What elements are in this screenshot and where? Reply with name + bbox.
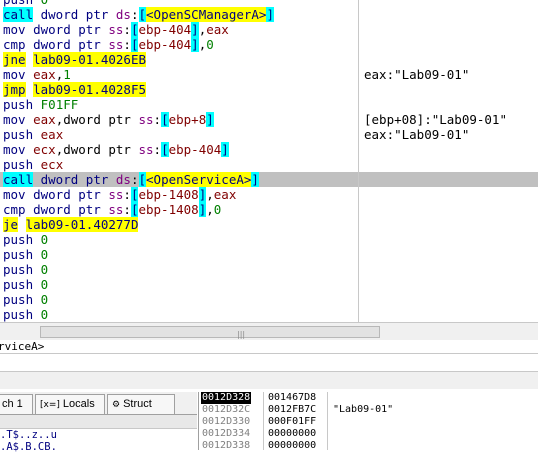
info-hscrollbar[interactable] [0,371,538,389]
dump-row: .A$.B.CB. [0,441,57,453]
stack-row[interactable]: 0012D334 00000000 [199,428,538,440]
instruction-text: push 0 [3,0,48,7]
disassembly-hscrollbar[interactable]: ||| [0,322,538,340]
disasm-row[interactable]: mov eax,dword ptr ss:[ebp+8] [ebp+08]:"La… [0,112,538,127]
stack-row[interactable]: 0012D32C 0012FB7C "Lab09-01" [199,404,538,416]
disasm-row[interactable]: mov dword ptr ss:[ebp-404],eax [0,22,538,37]
locals-icon: [x=] [40,400,60,410]
disasm-row[interactable]: je lab09-01.40277D [0,217,538,232]
disasm-row[interactable]: mov ecx,dword ptr ss:[ebp-404] [0,142,538,157]
tab-watch-label: ch 1 [2,398,23,410]
stack-pane[interactable]: 0012D328 001467D8 0012D32C 0012FB7C "Lab09-0… [198,392,538,452]
dump-pane[interactable]: .T$..z..u .A$.B.CB. [0,415,197,453]
tab-locals[interactable]: [x=] Locals [35,394,105,414]
disasm-row[interactable]: jmp lab09-01.4028F5 [0,82,538,97]
stack-row[interactable]: 0012D328 001467D8 [199,392,538,404]
hscrollbar-thumb[interactable]: ||| [40,326,380,339]
stack-value: 00000000 [268,428,317,439]
disasm-row[interactable]: push 0 [0,247,538,262]
instruction-text: call dword ptr ds:[<OpenSCManagerA>] [3,7,274,22]
instruction-comment: eax:"Lab09-01" [364,67,470,82]
tab-watch[interactable]: ch 1 [0,394,33,414]
instruction-text: mov ecx,dword ptr ss:[ebp-404] [3,142,229,157]
instruction-text: push 0 [3,247,49,262]
comment-column-divider [358,0,359,322]
dump-row: .T$..z..u [0,429,57,441]
stack-address: 0012D330 [202,416,251,427]
disasm-row[interactable]: push 0 [0,292,538,307]
instruction-comment: [ebp+08]:"Lab09-01" [364,112,507,127]
instruction-text: mov dword ptr ss:[ebp-404],eax [3,22,229,37]
disasm-row[interactable]: jne lab09-01.4026EB [0,52,538,67]
stack-address: 0012D328 [201,392,252,404]
disasm-row[interactable]: call dword ptr ds:[<OpenSCManagerA>] [0,7,538,22]
stack-address: 0012D32C [202,404,251,415]
stack-address: 0012D338 [202,440,251,451]
stack-value: 0012FB7C [268,404,317,415]
instruction-text: push 0 [3,292,49,307]
instruction-text: jmp lab09-01.4028F5 [3,82,146,97]
instruction-text: call dword ptr ds:[<OpenServiceA>] [3,172,259,187]
disasm-row[interactable]: push 0 [0,232,538,247]
disasm-row[interactable]: mov dword ptr ss:[ebp-1408],eax [0,187,538,202]
instruction-text: push 0 [3,262,49,277]
instruction-text: push 0 [3,232,49,247]
instruction-text: push ecx [3,157,64,172]
disasm-row[interactable]: mov eax,1 eax:"Lab09-01" [0,67,538,82]
info-line: rviceA> [0,340,538,354]
tab-struct-label: Struct [123,398,152,410]
struct-icon: ⚙ [112,400,121,410]
instruction-text: push 0 [3,307,49,322]
tab-locals-label: Locals [62,398,95,410]
grip-icon: ||| [237,330,246,339]
instruction-text: jne lab09-01.4026EB [3,52,146,67]
info-line-text: rviceA> [0,340,45,353]
instruction-text: mov dword ptr ss:[ebp-1408],eax [3,187,237,202]
stack-value: 00000000 [268,440,317,451]
instruction-text: push eax [3,127,64,142]
disasm-row[interactable]: push 0 [0,0,538,7]
instruction-comment: eax:"Lab09-01" [364,127,470,142]
instruction-text: je lab09-01.40277D [3,217,139,232]
disasm-row[interactable]: call dword ptr ds:[<OpenServiceA>] [0,172,538,187]
disasm-row[interactable]: push F01FF [0,97,538,112]
disasm-row[interactable]: push 0 [0,307,538,322]
disassembly-view[interactable]: push 0call dword ptr ds:[<OpenSCManagerA… [0,0,538,322]
disasm-row[interactable]: cmp dword ptr ss:[ebp-1408],0 [0,202,538,217]
bottom-tab-bar: ch 1 [x=] Locals ⚙ Struct [0,392,197,415]
tab-struct[interactable]: ⚙ Struct [107,394,175,414]
stack-row[interactable]: 0012D338 00000000 [199,440,538,452]
stack-value: 000F01FF [268,416,317,427]
disasm-row[interactable]: push 0 [0,277,538,292]
instruction-text: mov eax,dword ptr ss:[ebp+8] [3,112,214,127]
stack-row[interactable]: 0012D330 000F01FF [199,416,538,428]
instruction-text: mov eax,1 [3,67,71,82]
disasm-row[interactable]: cmp dword ptr ss:[ebp-404],0 [0,37,538,52]
dump-header [0,415,197,429]
instruction-text: cmp dword ptr ss:[ebp-1408],0 [3,202,222,217]
instruction-text: push 0 [3,277,49,292]
disasm-row[interactable]: push ecx [0,157,538,172]
instruction-text: cmp dword ptr ss:[ebp-404],0 [3,37,214,52]
disasm-row[interactable]: push eax eax:"Lab09-01" [0,127,538,142]
stack-value: 001467D8 [268,392,317,403]
stack-comment: "Lab09-01" [333,404,394,415]
stack-address: 0012D334 [202,428,251,439]
instruction-text: push F01FF [3,97,79,112]
disasm-row[interactable]: push 0 [0,262,538,277]
